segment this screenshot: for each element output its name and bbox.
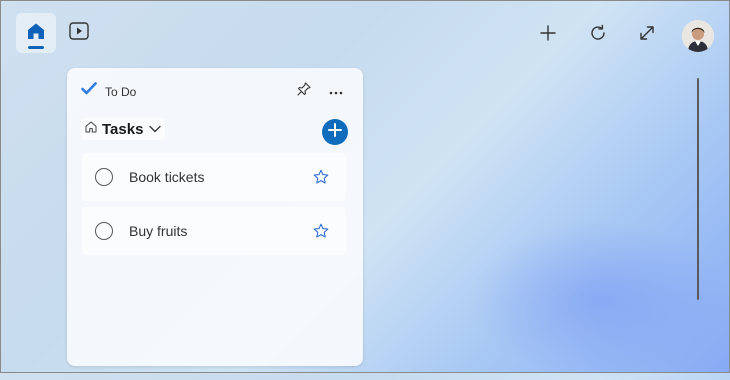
add-icon bbox=[540, 24, 556, 46]
video-play-icon bbox=[69, 21, 89, 45]
widget-header: To Do bbox=[81, 82, 136, 101]
widget-title: To Do bbox=[105, 84, 137, 99]
scrollbar[interactable] bbox=[697, 78, 699, 300]
task-item[interactable]: Book tickets bbox=[82, 153, 346, 201]
expand-icon bbox=[638, 24, 656, 47]
todo-check-icon bbox=[81, 82, 97, 101]
pin-button[interactable] bbox=[293, 80, 315, 102]
more-icon bbox=[329, 82, 343, 100]
list-home-icon bbox=[85, 120, 97, 138]
task-checkbox[interactable] bbox=[95, 222, 113, 240]
task-item[interactable]: Buy fruits bbox=[82, 207, 346, 255]
pin-icon bbox=[297, 81, 311, 101]
add-widget-button[interactable] bbox=[532, 19, 564, 51]
home-active-indicator bbox=[28, 46, 44, 49]
plus-icon bbox=[328, 122, 342, 142]
user-avatar[interactable] bbox=[682, 20, 714, 52]
background-glow bbox=[470, 220, 730, 380]
list-name: Tasks bbox=[102, 120, 144, 138]
task-title: Buy fruits bbox=[129, 223, 188, 239]
chevron-down-icon bbox=[149, 120, 162, 138]
more-options-button[interactable] bbox=[325, 80, 347, 102]
video-button[interactable] bbox=[62, 16, 96, 50]
list-selector[interactable]: Tasks bbox=[81, 118, 166, 140]
refresh-button[interactable] bbox=[582, 19, 614, 51]
home-icon bbox=[26, 21, 46, 46]
expand-button[interactable] bbox=[631, 19, 663, 51]
task-checkbox[interactable] bbox=[95, 168, 113, 186]
todo-widget: To Do Tasks Book tickets Buy fruits bbox=[67, 68, 363, 366]
task-title: Book tickets bbox=[129, 169, 205, 185]
star-icon[interactable] bbox=[312, 222, 330, 240]
add-task-button[interactable] bbox=[322, 119, 348, 145]
refresh-icon bbox=[589, 24, 607, 47]
star-icon[interactable] bbox=[312, 168, 330, 186]
